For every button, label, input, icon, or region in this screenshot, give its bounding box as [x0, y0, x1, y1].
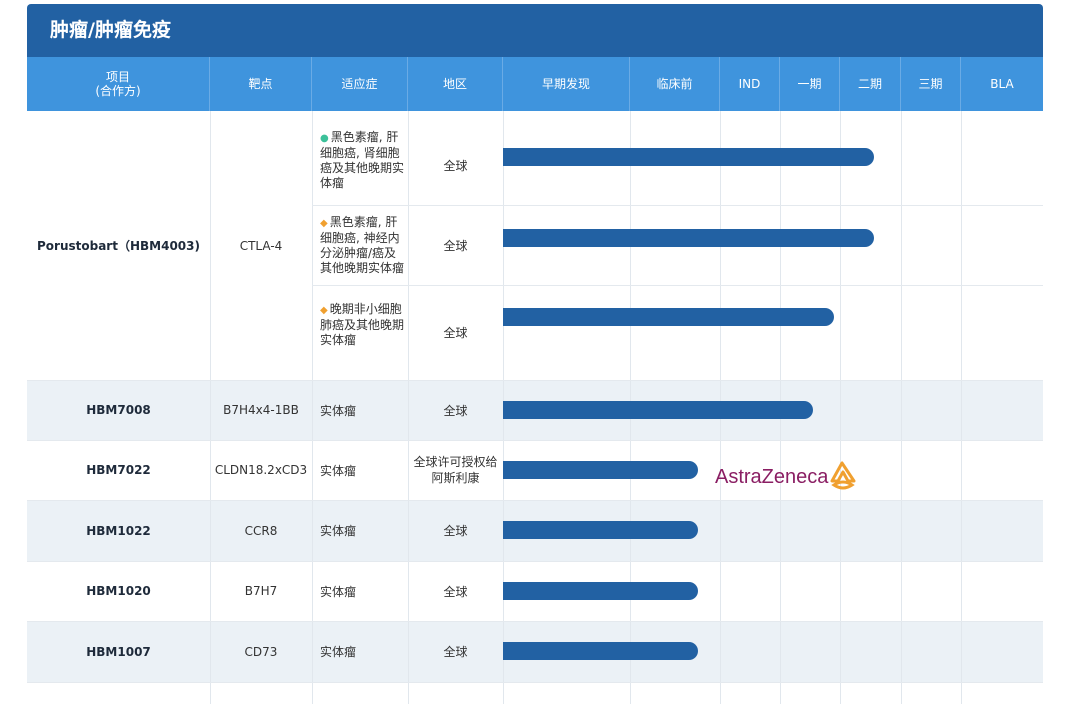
- table-body: Porustobart（HBM4003) CTLA-4 ● 黑色素瘤, 肝细胞癌,…: [27, 111, 1043, 704]
- region-cell: 全球: [443, 403, 468, 418]
- table-header: 项目 (合作方) 靶点 适应症 地区 早期发现 临床前 IND 一期 二期 三期…: [27, 57, 1043, 111]
- progress-bar: [503, 521, 698, 539]
- table-row-project: HBM7008: [86, 403, 151, 417]
- column-header-phase3: 三期: [901, 57, 961, 111]
- column-header-ind: IND: [720, 57, 780, 111]
- table-row-project: HBM1007: [86, 644, 151, 659]
- pipeline-panel: 肿瘤/肿瘤免疫 项目 (合作方) 靶点 适应症 地区 早期发现 临床前 IND …: [27, 4, 1043, 704]
- region-cell: 全球: [443, 158, 468, 173]
- column-header-preclinical: 临床前: [630, 57, 720, 111]
- indication-cell: ◆ 黑色素瘤, 肝细胞癌, 神经内分泌肿瘤/癌及其他晚期实体瘤: [312, 211, 408, 279]
- section-title: 肿瘤/肿瘤免疫: [27, 4, 1043, 57]
- column-header-phase2: 二期: [840, 57, 901, 111]
- region-cell: 全球: [443, 645, 468, 659]
- indication-cell: 实体瘤: [320, 524, 357, 538]
- indication-text: 黑色素瘤, 肝细胞癌, 肾细胞癌及其他晚期实体瘤: [320, 129, 405, 190]
- column-header-indication: 适应症: [312, 57, 408, 111]
- indication-cell: 实体瘤: [320, 645, 357, 659]
- indication-cell: 实体瘤: [320, 403, 357, 418]
- region-cell: 全球: [443, 524, 468, 538]
- progress-bar: [503, 461, 698, 479]
- column-divider: [840, 111, 841, 704]
- orange-diamond-icon: ◆: [320, 305, 328, 316]
- table-row-target: CCR8: [244, 523, 278, 538]
- progress-bar: [503, 582, 698, 600]
- column-header-region: 地区: [408, 57, 503, 111]
- column-header-phase1: 一期: [780, 57, 840, 111]
- table-row-project: HBM1022: [86, 523, 151, 538]
- astrazeneca-logo: AstraZeneca: [715, 461, 858, 493]
- progress-bar: [503, 642, 698, 660]
- indication-cell: ◆ 晚期非小细胞肺癌及其他晚期实体瘤: [312, 297, 408, 353]
- region-cell: 全球: [443, 584, 468, 599]
- progress-bar: [503, 308, 834, 326]
- region-cell: 全球许可授权给阿斯利康: [413, 455, 498, 485]
- progress-bar: [503, 401, 813, 419]
- table-row-project: Porustobart（HBM4003): [37, 239, 200, 253]
- column-header-target: 靶点: [210, 57, 312, 111]
- column-divider: [961, 111, 962, 704]
- table-row-target: B7H7: [244, 584, 278, 598]
- table-row-target: CLDN18.2xCD3: [214, 463, 308, 477]
- column-divider: [901, 111, 902, 704]
- table-row-target: B7H4x4-1BB: [223, 403, 299, 417]
- region-cell: 全球: [443, 238, 468, 253]
- astrazeneca-symbol-icon: [830, 461, 856, 490]
- region-cell: 全球: [443, 326, 468, 340]
- partner-logo-text: AstraZeneca: [715, 465, 829, 488]
- table-row-target: CTLA-4: [239, 238, 283, 253]
- divider: [27, 682, 1043, 683]
- table-row-project: HBM7022: [86, 463, 151, 477]
- indication-cell: 实体瘤: [320, 463, 357, 478]
- table-row-project: HBM1020: [86, 584, 151, 598]
- orange-diamond-icon: ◆: [320, 217, 328, 229]
- indication-text: 晚期非小细胞肺癌及其他晚期实体瘤: [320, 302, 405, 347]
- indication-text: 黑色素瘤, 肝细胞癌, 神经内分泌肿瘤/癌及其他晚期实体瘤: [320, 214, 405, 275]
- progress-bar: [503, 229, 874, 247]
- progress-bar: [503, 148, 874, 166]
- table-row-target: CD73: [244, 644, 278, 659]
- column-header-project: 项目 (合作方): [27, 57, 210, 111]
- green-dot-icon: ●: [320, 132, 329, 144]
- indication-cell: 实体瘤: [320, 584, 357, 599]
- column-header-bla: BLA: [990, 77, 1014, 91]
- indication-cell: ● 黑色素瘤, 肝细胞癌, 肾细胞癌及其他晚期实体瘤: [312, 125, 408, 195]
- column-header-discovery: 早期发现: [503, 57, 630, 111]
